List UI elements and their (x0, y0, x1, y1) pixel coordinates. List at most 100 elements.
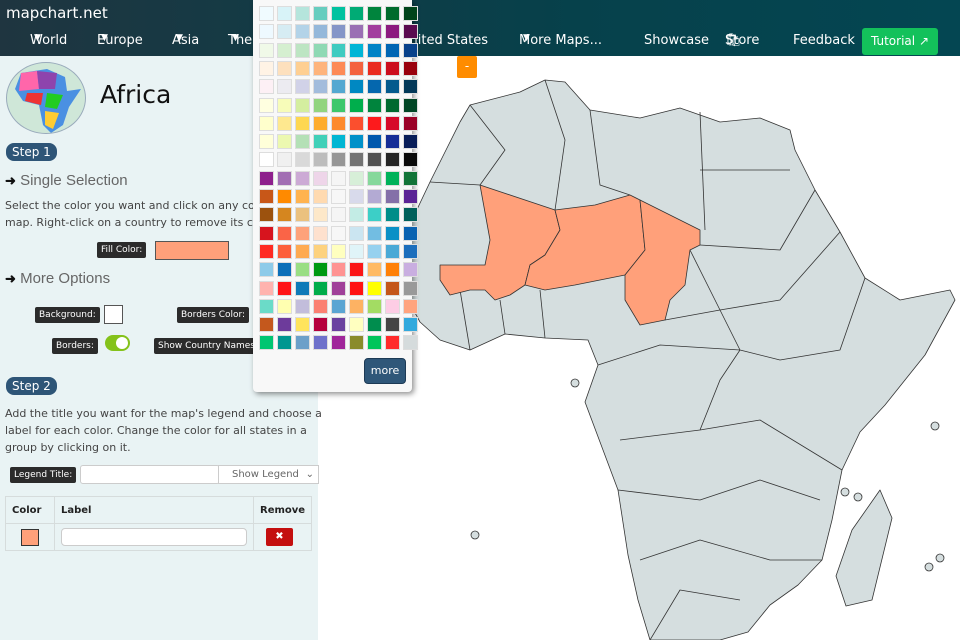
color-swatch[interactable] (277, 243, 292, 259)
color-swatch[interactable] (349, 298, 364, 314)
color-swatch[interactable] (277, 335, 292, 351)
color-swatch[interactable] (277, 134, 292, 150)
color-swatch[interactable] (403, 97, 418, 113)
color-swatch[interactable] (259, 335, 274, 351)
color-swatch[interactable] (277, 189, 292, 204)
color-swatch[interactable] (313, 280, 328, 296)
color-swatch[interactable] (385, 189, 400, 204)
color-swatch[interactable] (259, 115, 274, 131)
color-swatch[interactable] (385, 134, 400, 150)
color-swatch[interactable] (385, 298, 400, 314)
color-swatch[interactable] (367, 207, 382, 223)
color-swatch[interactable] (277, 262, 292, 278)
color-swatch[interactable] (331, 189, 346, 204)
color-swatch[interactable] (403, 207, 418, 223)
background-color-picker[interactable] (104, 305, 123, 324)
color-swatch[interactable] (403, 280, 418, 296)
color-swatch[interactable] (259, 225, 274, 241)
color-swatch[interactable] (403, 60, 418, 76)
color-swatch[interactable] (313, 60, 328, 76)
color-swatch[interactable] (313, 152, 328, 168)
color-swatch[interactable] (259, 42, 274, 58)
color-swatch[interactable] (295, 243, 310, 259)
color-swatch[interactable] (295, 24, 310, 40)
legend-color-swatch[interactable] (21, 528, 39, 546)
color-swatch[interactable] (367, 280, 382, 296)
color-swatch[interactable] (277, 6, 292, 21)
color-swatch[interactable] (277, 317, 292, 333)
color-swatch[interactable] (259, 24, 274, 40)
color-swatch[interactable] (259, 189, 274, 204)
color-swatch[interactable] (259, 6, 274, 21)
color-swatch[interactable] (403, 79, 418, 95)
color-swatch[interactable] (313, 115, 328, 131)
color-swatch[interactable] (385, 225, 400, 241)
color-swatch[interactable] (349, 24, 364, 40)
site-brand[interactable]: mapchart.net (6, 4, 108, 22)
color-swatch[interactable] (313, 335, 328, 351)
color-swatch[interactable] (295, 60, 310, 76)
color-swatch[interactable] (367, 79, 382, 95)
color-swatch[interactable] (349, 79, 364, 95)
nav-feedback[interactable]: Feedback (793, 33, 855, 48)
color-swatch[interactable] (403, 152, 418, 168)
color-swatch[interactable] (259, 60, 274, 76)
color-swatch[interactable] (349, 317, 364, 333)
color-swatch[interactable] (331, 115, 346, 131)
color-swatch[interactable] (277, 79, 292, 95)
color-swatch[interactable] (331, 6, 346, 21)
color-swatch[interactable] (295, 280, 310, 296)
color-swatch[interactable] (349, 60, 364, 76)
color-swatch[interactable] (331, 243, 346, 259)
color-swatch[interactable] (349, 6, 364, 21)
color-swatch[interactable] (295, 225, 310, 241)
color-swatch[interactable] (259, 298, 274, 314)
color-swatch[interactable] (367, 170, 382, 186)
color-swatch[interactable] (385, 24, 400, 40)
color-swatch[interactable] (349, 335, 364, 351)
color-swatch[interactable] (385, 335, 400, 351)
color-swatch[interactable] (403, 134, 418, 150)
color-swatch[interactable] (367, 42, 382, 58)
color-swatch[interactable] (385, 317, 400, 333)
color-swatch[interactable] (385, 97, 400, 113)
color-swatch[interactable] (367, 225, 382, 241)
borders-toggle[interactable] (105, 335, 130, 351)
color-swatch[interactable] (277, 225, 292, 241)
color-swatch[interactable] (277, 24, 292, 40)
color-swatch[interactable] (277, 170, 292, 186)
color-swatch[interactable] (403, 42, 418, 58)
color-swatch[interactable] (295, 115, 310, 131)
color-swatch[interactable] (367, 60, 382, 76)
color-swatch[interactable] (277, 280, 292, 296)
color-swatch[interactable] (367, 317, 382, 333)
color-swatch[interactable] (313, 79, 328, 95)
color-swatch[interactable] (385, 115, 400, 131)
color-swatch[interactable] (295, 79, 310, 95)
color-swatch[interactable] (349, 115, 364, 131)
color-swatch[interactable] (313, 207, 328, 223)
color-swatch[interactable] (313, 6, 328, 21)
color-swatch[interactable] (349, 170, 364, 186)
legend-label-input[interactable] (61, 528, 247, 546)
color-swatch[interactable] (313, 97, 328, 113)
color-swatch[interactable] (331, 24, 346, 40)
color-swatch[interactable] (331, 335, 346, 351)
color-swatch[interactable] (403, 317, 418, 333)
color-swatch[interactable] (385, 60, 400, 76)
more-options-heading[interactable]: ➜ More Options (5, 270, 110, 287)
color-swatch[interactable] (385, 262, 400, 278)
color-swatch[interactable] (349, 207, 364, 223)
color-swatch[interactable] (259, 317, 274, 333)
color-swatch[interactable] (277, 115, 292, 131)
color-swatch[interactable] (367, 6, 382, 21)
color-swatch[interactable] (367, 189, 382, 204)
color-swatch[interactable] (331, 298, 346, 314)
more-colors-button[interactable]: more (364, 358, 406, 384)
color-swatch[interactable] (403, 115, 418, 131)
color-swatch[interactable] (331, 134, 346, 150)
color-swatch[interactable] (331, 152, 346, 168)
color-swatch[interactable] (313, 42, 328, 58)
color-swatch[interactable] (367, 152, 382, 168)
color-swatch[interactable] (403, 225, 418, 241)
